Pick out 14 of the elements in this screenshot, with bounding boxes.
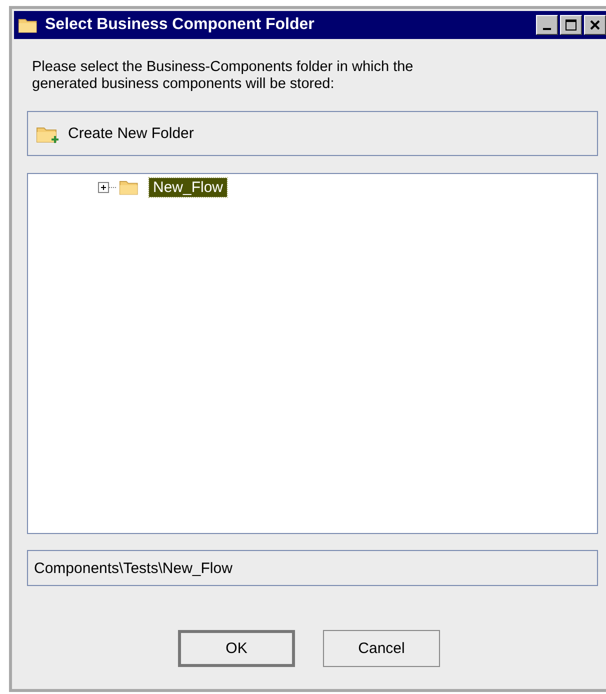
minimize-icon	[543, 28, 551, 30]
minimize-button[interactable]	[536, 15, 558, 35]
maximize-icon	[565, 19, 577, 31]
maximize-button[interactable]	[560, 15, 582, 35]
cancel-button[interactable]: Cancel	[323, 630, 440, 667]
create-folder-button[interactable]: Create New Folder	[27, 111, 598, 156]
close-button[interactable]	[584, 15, 606, 35]
path-field: Components\Tests\New_Flow	[27, 550, 598, 586]
tree-item[interactable]: New_Flow	[149, 178, 228, 196]
window-title: Select Business Component Folder	[45, 16, 316, 34]
expand-icon[interactable]	[98, 182, 109, 192]
instruction-text: Please select the Business-Components folder in which the generated business components will be stored:	[32, 59, 414, 93]
close-icon	[590, 20, 600, 30]
ok-button[interactable]: OK	[178, 630, 295, 667]
